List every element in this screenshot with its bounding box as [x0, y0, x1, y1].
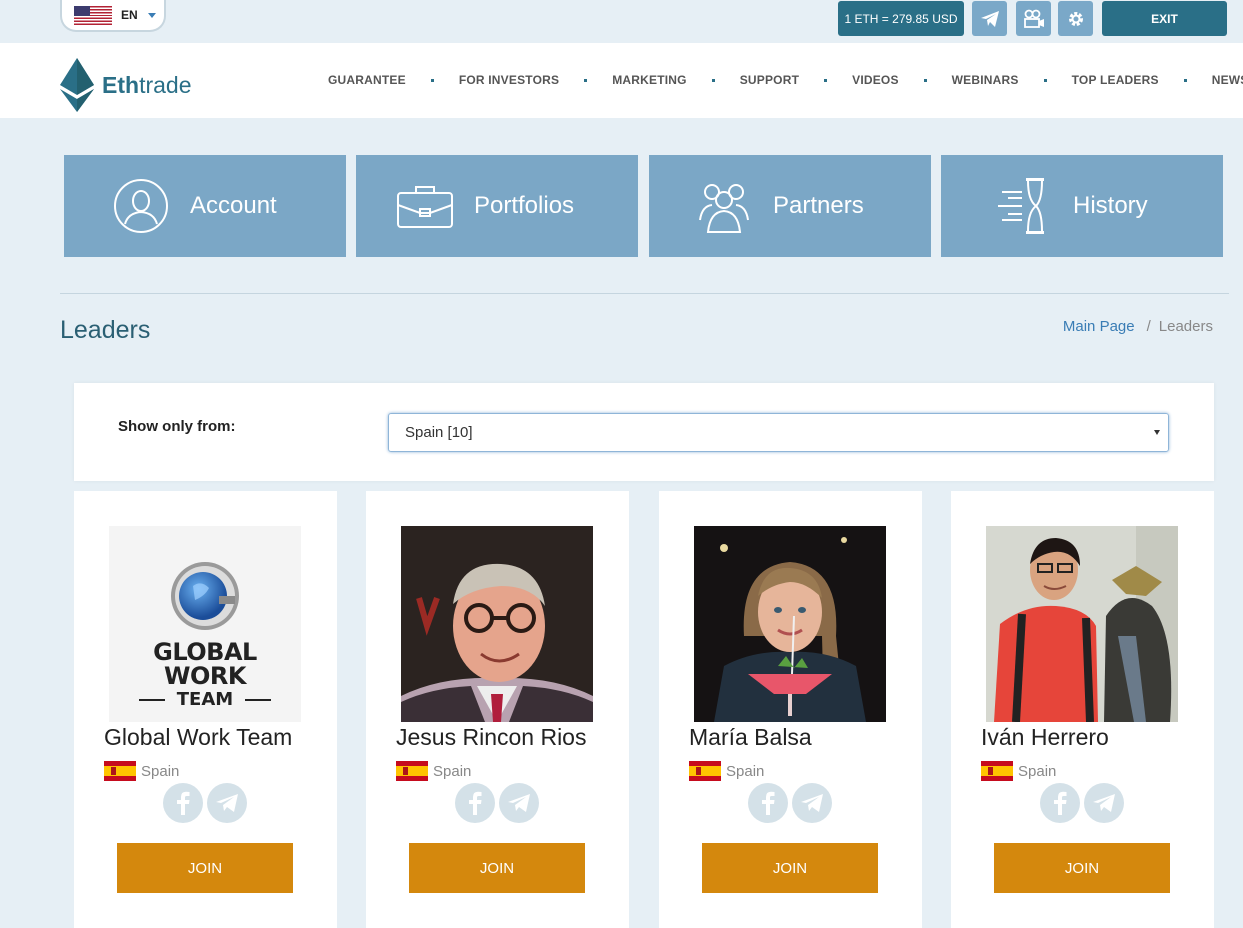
top-utility-bar: EN 1 ETH = 279.85 USD EXIT	[0, 0, 1243, 43]
language-code: EN	[121, 8, 138, 22]
filter-label: Show only from:	[118, 418, 236, 435]
tile-history[interactable]: History	[941, 155, 1223, 257]
country-select-value: Spain [10]	[405, 424, 473, 441]
logo-text: GLOBAL WORK	[153, 638, 257, 690]
country-select[interactable]: Spain [10]	[388, 413, 1169, 452]
leader-card: Iván Herrero Spain JOIN	[951, 491, 1214, 928]
us-flag-icon	[74, 5, 112, 25]
tile-partners[interactable]: Partners	[649, 155, 931, 257]
video-camera-icon	[1023, 9, 1044, 28]
leader-photo: GLOBAL WORK TEAM	[109, 526, 301, 722]
country-filter-panel: Show only from: Spain [10]	[74, 383, 1214, 481]
logo-text: TEAM	[176, 689, 234, 710]
tile-label: Partners	[773, 192, 864, 219]
leader-country: Spain	[104, 761, 179, 781]
leader-name: Global Work Team	[104, 724, 293, 750]
leader-card: GLOBAL WORK TEAM Global Work Team Spain …	[74, 491, 337, 928]
nav-item-news[interactable]: NEWS	[1212, 73, 1243, 87]
telegram-button[interactable]	[972, 1, 1007, 36]
eth-price-badge: 1 ETH = 279.85 USD	[838, 1, 964, 36]
facebook-button[interactable]	[1040, 783, 1080, 823]
leader-country: Spain	[396, 761, 471, 781]
tile-label: Account	[190, 192, 277, 219]
join-button[interactable]: JOIN	[994, 843, 1170, 893]
spain-flag-icon	[981, 761, 1013, 781]
tile-portfolios[interactable]: Portfolios	[356, 155, 638, 257]
tile-account[interactable]: Account	[64, 155, 346, 257]
telegram-button[interactable]	[792, 783, 832, 823]
facebook-button[interactable]	[748, 783, 788, 823]
nav-item-for-investors[interactable]: FOR INVESTORS	[459, 73, 559, 87]
leader-name: María Balsa	[689, 724, 812, 750]
nav-item-guarantee[interactable]: GUARANTEE	[328, 73, 406, 87]
join-button[interactable]: JOIN	[702, 843, 878, 893]
chevron-down-icon	[147, 12, 156, 18]
ethereum-logo-icon	[60, 58, 94, 112]
video-button[interactable]	[1016, 1, 1051, 36]
telegram-icon	[508, 794, 530, 812]
page-title: Leaders	[60, 316, 151, 344]
join-button[interactable]: JOIN	[117, 843, 293, 893]
user-circle-icon	[110, 175, 172, 237]
brand-logo[interactable]: Ethtrade	[60, 58, 192, 112]
spain-flag-icon	[689, 761, 721, 781]
facebook-icon	[762, 791, 775, 815]
gear-icon	[1068, 11, 1083, 26]
leader-name: Iván Herrero	[981, 724, 1109, 750]
brand-name: Ethtrade	[102, 71, 192, 98]
leader-name: Jesus Rincon Rios	[396, 724, 587, 750]
facebook-button[interactable]	[163, 783, 203, 823]
chevron-down-icon	[1154, 430, 1160, 435]
spain-flag-icon	[396, 761, 428, 781]
hourglass-icon	[993, 175, 1055, 237]
tile-label: History	[1073, 192, 1148, 219]
spain-flag-icon	[104, 761, 136, 781]
telegram-icon	[1093, 794, 1115, 812]
main-navbar: Ethtrade GUARANTEE FOR INVESTORS MARKETI…	[0, 43, 1243, 118]
leader-photo	[401, 526, 593, 722]
nav-item-marketing[interactable]: MARKETING	[612, 73, 686, 87]
briefcase-icon	[394, 175, 456, 237]
facebook-icon	[1054, 791, 1067, 815]
leader-photo	[986, 526, 1178, 722]
telegram-icon	[216, 794, 238, 812]
join-button[interactable]: JOIN	[409, 843, 585, 893]
telegram-button[interactable]	[1084, 783, 1124, 823]
nav-item-videos[interactable]: VIDEOS	[852, 73, 899, 87]
section-divider	[60, 293, 1229, 294]
facebook-icon	[177, 791, 190, 815]
facebook-button[interactable]	[455, 783, 495, 823]
leader-card: María Balsa Spain JOIN	[659, 491, 922, 928]
language-selector[interactable]: EN	[60, 0, 166, 32]
tile-label: Portfolios	[474, 192, 575, 219]
leader-country: Spain	[689, 761, 764, 781]
leader-photo	[694, 526, 886, 722]
nav-menu: GUARANTEE FOR INVESTORS MARKETING SUPPOR…	[328, 73, 1243, 87]
telegram-icon	[801, 794, 823, 812]
nav-item-top-leaders[interactable]: TOP LEADERS	[1072, 73, 1159, 87]
breadcrumb-home-link[interactable]: Main Page	[1063, 318, 1135, 335]
telegram-icon	[980, 10, 999, 27]
people-group-icon	[693, 175, 755, 237]
leader-card: Jesus Rincon Rios Spain JOIN	[366, 491, 629, 928]
nav-item-support[interactable]: SUPPORT	[740, 73, 799, 87]
breadcrumb-current: Leaders	[1158, 318, 1213, 335]
telegram-button[interactable]	[499, 783, 539, 823]
settings-button[interactable]	[1058, 1, 1093, 36]
exit-button[interactable]: EXIT	[1102, 1, 1227, 36]
leader-country: Spain	[981, 761, 1056, 781]
facebook-icon	[469, 791, 482, 815]
telegram-button[interactable]	[207, 783, 247, 823]
breadcrumb: Main Page / Leaders	[1062, 318, 1213, 335]
nav-item-webinars[interactable]: WEBINARS	[952, 73, 1019, 87]
